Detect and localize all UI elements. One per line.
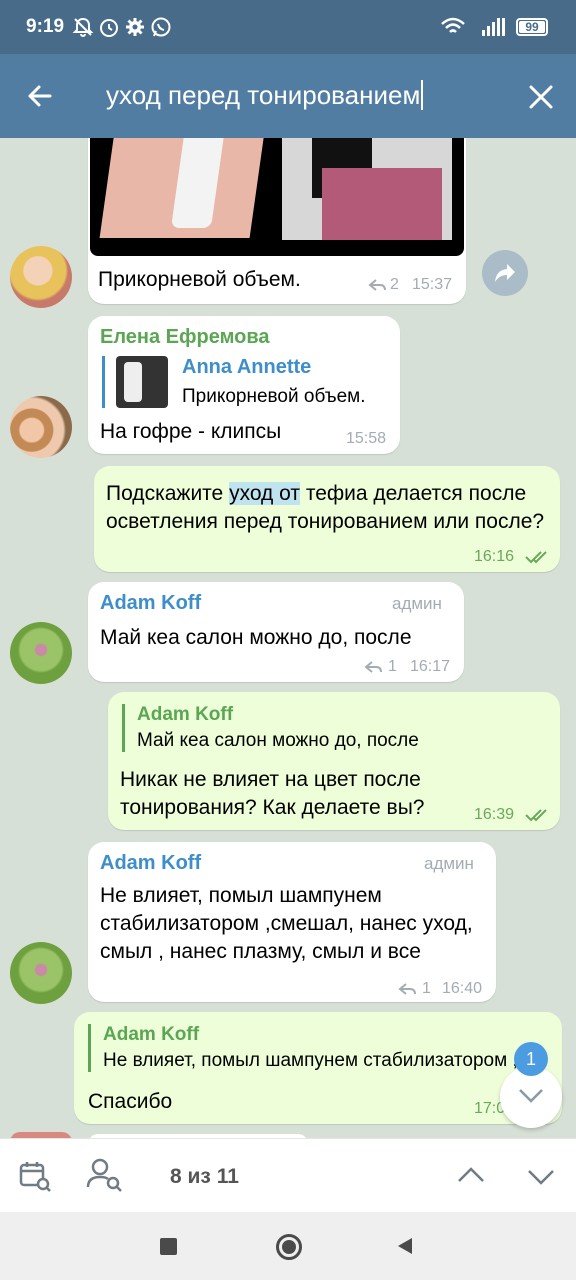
settings-gear-icon [126,18,144,36]
message-bubble[interactable]: Елена Ефремова Anna Annette Прикорневой … [88,316,400,454]
message-text: Никак не влияет на цвет после тонировани… [120,768,425,819]
reply-count: 1 [422,980,431,997]
home-icon[interactable] [276,1234,302,1260]
reply-count: 1 [388,658,397,675]
quote-author[interactable]: Anna Annette [182,356,311,379]
message-text: На гофре - клипсы [100,420,282,443]
message-time: 16:40 [442,980,483,997]
close-icon[interactable] [528,84,554,110]
message-text: Не влияет, помыл шампунем стабилизатором… [100,884,473,963]
quote-text: Прикорневой объем. [182,386,366,407]
chevron-up-icon[interactable] [456,1165,486,1185]
message-time: 16:39 [474,806,515,823]
system-navigation-bar [0,1212,576,1280]
message-bubble[interactable]: Adam Koff админ Не влияет, помыл шампуне… [88,842,496,1002]
unread-badge: 1 [514,1042,548,1076]
text-before-match: Подскажите [106,482,230,505]
message-bubble[interactable]: Adam Koff админ Май кеа салон можно до, … [88,582,464,682]
quote-bar [102,356,105,408]
battery-icon: 99 [516,18,548,36]
text-cursor [421,80,424,110]
outgoing-message-bubble[interactable]: Adam Koff Май кеа салон можно до, после … [108,692,560,830]
sender-name[interactable]: Елена Ефремова [100,326,269,349]
status-time: 9:19 [26,16,65,37]
photo-panel-hair [282,138,452,240]
admin-badge: админ [392,594,442,613]
bottle-image [170,138,226,228]
search-result-counter: 8 из 11 [170,1165,239,1188]
reply-count-icon [398,983,416,995]
message-time: 16:16 [474,548,515,565]
calendar-search-icon[interactable] [18,1159,52,1193]
sender-name[interactable]: Adam Koff [100,592,201,615]
search-results-bar: 8 из 11 [0,1138,576,1213]
avatar-adam-koff[interactable] [10,942,72,1004]
search-query: уход перед тонированием [106,80,421,110]
chevron-down-icon [519,1089,543,1103]
search-highlight: уход от [229,482,300,505]
sender-name[interactable]: Adam Koff [100,852,201,875]
cell-signal-icon [482,18,505,36]
photo-panel-product [99,138,267,238]
message-text: Май кеа салон можно до, после [100,626,412,649]
chat-area[interactable]: Прикорневой объем. 2 15:37 Елена Ефремов… [0,138,576,1138]
outgoing-message-bubble[interactable]: Adam Koff Не влияет, помыл шампунем стаб… [74,1012,562,1124]
quote-text: Май кеа салон можно до, после [137,730,419,751]
whatsapp-icon [151,17,171,37]
quote-author: Adam Koff [137,704,234,725]
quote-thumbnail[interactable] [116,356,168,408]
message-time: 16:17 [410,658,451,675]
avatar-anna-annette[interactable] [10,246,72,308]
share-arrow-icon [495,264,515,282]
mute-notifications-icon [72,17,94,37]
search-input[interactable]: уход перед тонированием [106,80,424,111]
alarm-icon [100,19,118,37]
quote-author: Adam Koff [103,1024,200,1045]
reply-count-icon [368,279,386,291]
double-check-icon [525,809,547,822]
status-bar: 9:19 99 [0,0,576,54]
message-time: 15:58 [346,430,387,447]
message-text: Подскажите уход от тефиа делается после … [106,480,552,536]
admin-badge: админ [424,854,474,873]
search-by-member-icon[interactable] [86,1157,124,1193]
double-check-icon [525,551,547,564]
reply-quote[interactable]: Adam Koff Май кеа салон можно до, после [122,704,557,752]
wifi-icon [441,17,465,33]
avatar-adam-koff[interactable] [10,622,72,684]
message-caption: Прикорневой объем. [98,268,301,291]
outgoing-message-bubble[interactable]: Подскажите уход от тефиа делается после … [94,466,560,572]
chevron-down-icon[interactable] [526,1167,556,1187]
photo-attachment[interactable] [90,138,464,256]
reply-quote[interactable]: Adam Koff Не влияет, помыл шампунем стаб… [88,1024,533,1072]
reply-count-icon [364,661,382,673]
quote-text: Не влияет, помыл шампунем стабилизатором… [103,1050,533,1071]
avatar-elena-efremova[interactable] [10,396,72,458]
forward-button[interactable] [482,250,528,296]
thumb-bottle [124,362,142,402]
search-header: уход перед тонированием [0,54,576,138]
back-arrow-icon[interactable] [26,82,54,110]
recent-apps-icon[interactable] [160,1238,177,1255]
message-image-bubble[interactable]: Прикорневой объем. 2 15:37 [88,138,466,304]
reply-count: 2 [390,276,399,293]
message-text: Спасибо [88,1090,173,1113]
cape-image [322,168,442,240]
back-triangle-icon[interactable] [396,1236,414,1256]
message-time: 15:37 [412,276,453,293]
battery-level: 99 [519,21,545,33]
